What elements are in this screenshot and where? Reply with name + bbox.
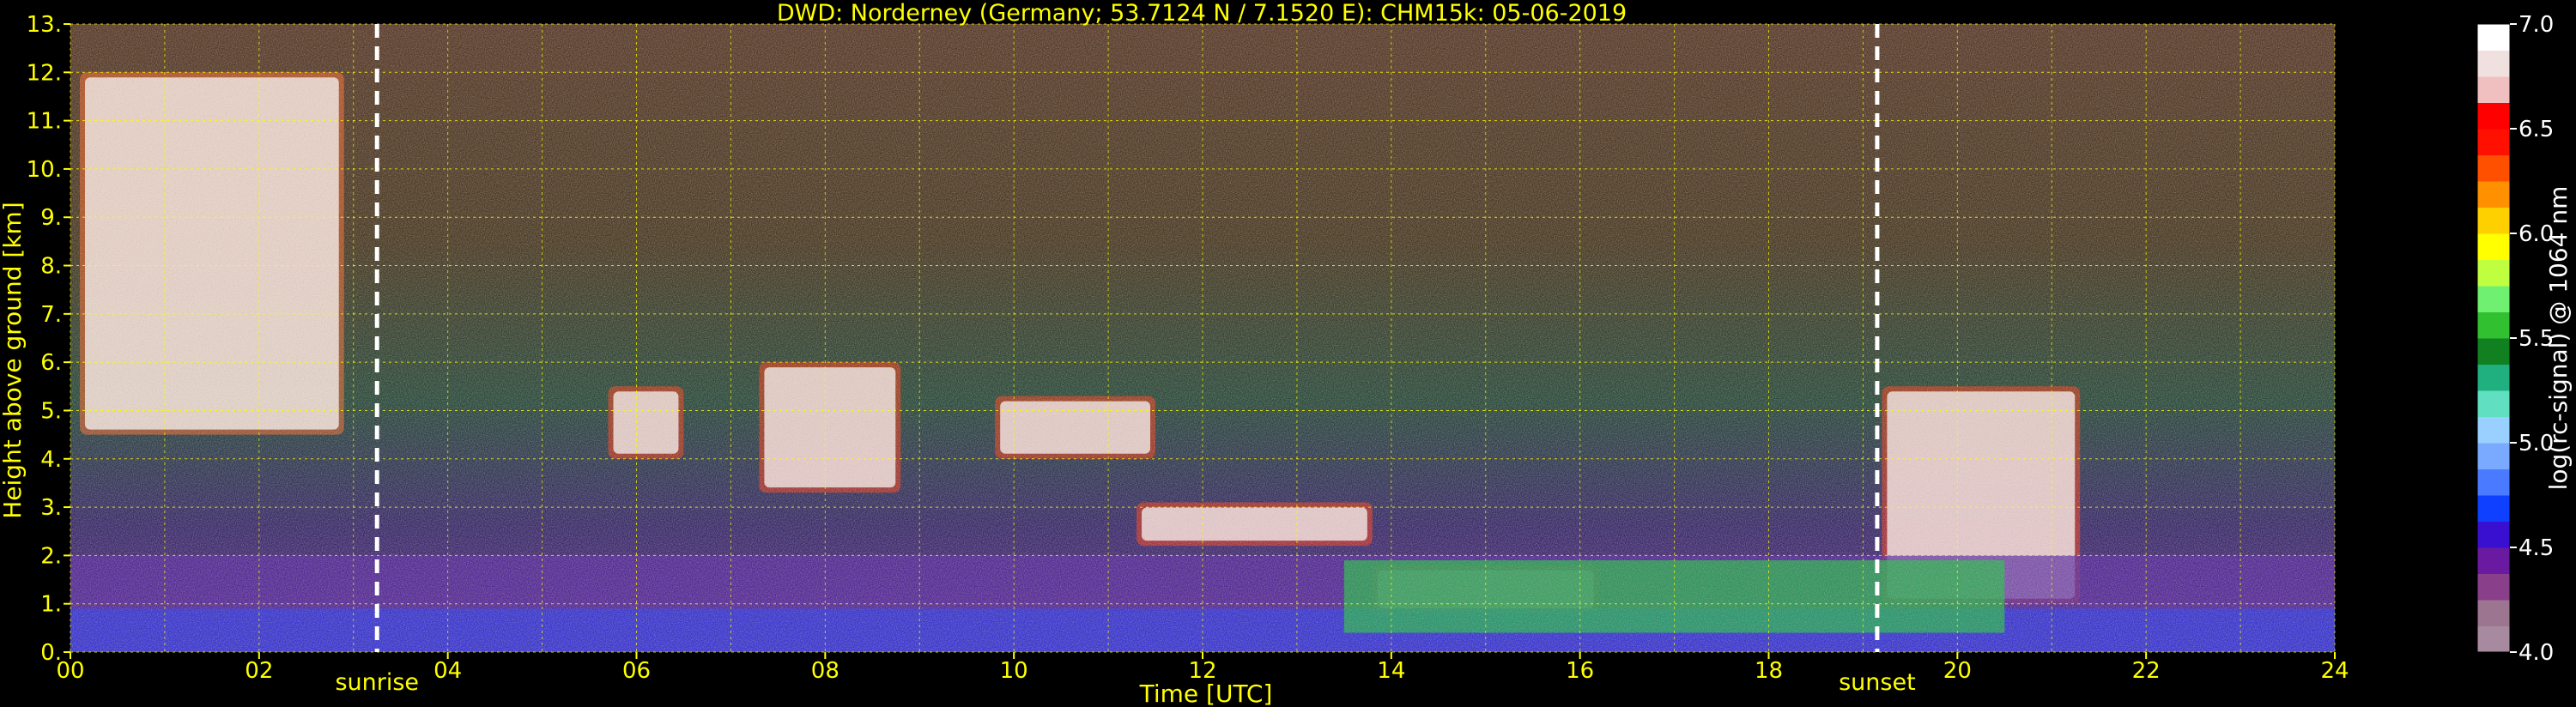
x-tick-label: 24 <box>2320 658 2349 684</box>
x-tick-label: 20 <box>1943 658 1972 684</box>
colorbar-swatch <box>2477 338 2510 365</box>
y-axis-label: Height above ground [km] <box>0 202 27 519</box>
colorbar-swatch <box>2477 364 2510 391</box>
colorbar-swatches <box>2476 23 2511 653</box>
colorbar-swatch <box>2477 625 2510 653</box>
colorbar-tick-label: 4.0 <box>2518 640 2554 666</box>
colorbar-swatch <box>2477 311 2510 339</box>
colorbar-swatch <box>2477 286 2510 312</box>
x-tick-label: 02 <box>245 658 273 684</box>
colorbar-tick-label: 4.5 <box>2518 535 2554 561</box>
colorbar-swatch <box>2477 181 2510 208</box>
y-tick-label: 10. <box>27 157 62 183</box>
colorbar-tick-label: 6.5 <box>2518 117 2554 142</box>
y-tick-label: 6. <box>40 350 62 376</box>
x-tick-label: 14 <box>1377 658 1405 684</box>
y-tick-label: 12. <box>27 60 62 86</box>
colorbar-label: log(rc-signal) @ 1064 nm <box>2544 186 2573 491</box>
colorbar-swatch <box>2477 468 2510 496</box>
x-tick-label: 08 <box>811 658 839 684</box>
colorbar-swatch <box>2477 24 2510 51</box>
y-tick-label: 9. <box>40 205 62 231</box>
y-tick-label: 2. <box>40 543 62 569</box>
y-tick-label: 1. <box>40 592 62 618</box>
colorbar-swatch <box>2477 443 2510 469</box>
colorbar-swatch <box>2477 259 2510 287</box>
event-label-sunset: sunset <box>1839 669 1916 696</box>
plot-area <box>70 23 2336 653</box>
colorbar-swatch <box>2477 600 2510 626</box>
y-tick-label: 3. <box>40 495 62 521</box>
y-ticks: 0.1.2.3.4.5.6.7.8.9.10.11.12.13. <box>27 12 70 666</box>
colorbar-tick-label: 7.0 <box>2518 12 2554 38</box>
colorbar-swatch <box>2477 521 2510 548</box>
colorbar-swatch <box>2477 573 2510 601</box>
colorbar-swatch <box>2477 207 2510 234</box>
x-tick-label: 00 <box>56 658 84 684</box>
colorbar-swatch <box>2477 390 2510 417</box>
lidar-chart: DWD: Norderney (Germany; 53.7124 N / 7.1… <box>0 0 2573 707</box>
colorbar: 4.04.55.05.56.06.57.0 log(rc-signal) @ 1… <box>2476 12 2573 666</box>
x-tick-label: 18 <box>1755 658 1783 684</box>
colorbar-swatch <box>2477 547 2510 574</box>
colorbar-swatch <box>2477 416 2510 444</box>
event-labels: sunrise sunset <box>335 669 1915 696</box>
x-tick-label: 06 <box>622 658 651 684</box>
y-tick-label: 8. <box>40 254 62 280</box>
colorbar-swatch <box>2477 154 2510 182</box>
y-tick-label: 4. <box>40 447 62 473</box>
colorbar-swatch <box>2477 102 2510 130</box>
colorbar-swatch <box>2477 76 2510 103</box>
colorbar-swatch <box>2477 495 2510 522</box>
x-tick-label: 04 <box>433 658 462 684</box>
y-tick-label: 13. <box>27 12 62 38</box>
x-tick-label: 10 <box>1000 658 1028 684</box>
colorbar-swatch <box>2477 129 2510 155</box>
x-tick-label: 22 <box>2132 658 2161 684</box>
x-tick-label: 16 <box>1566 658 1594 684</box>
y-tick-label: 5. <box>40 398 62 424</box>
y-tick-label: 7. <box>40 302 62 328</box>
colorbar-swatch <box>2477 50 2510 77</box>
x-tick-label: 12 <box>1188 658 1216 684</box>
chart-title: DWD: Norderney (Germany; 53.7124 N / 7.1… <box>777 0 1627 27</box>
event-label-sunrise: sunrise <box>335 669 419 696</box>
y-tick-label: 11. <box>27 109 62 135</box>
colorbar-swatch <box>2477 233 2510 260</box>
